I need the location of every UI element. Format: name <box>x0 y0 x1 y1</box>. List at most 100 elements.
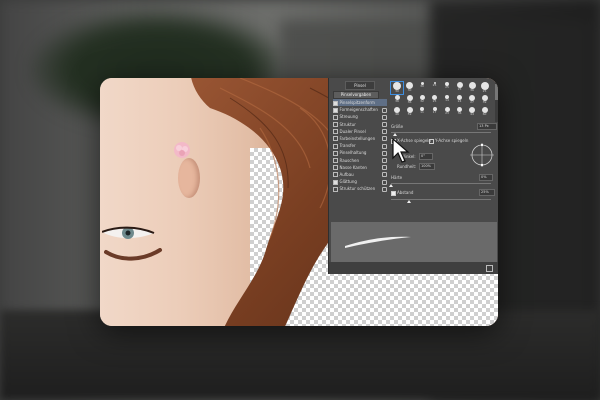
brush-tip[interactable]: 25 <box>454 82 466 94</box>
roundness-label: Rundheit: <box>397 164 417 169</box>
brush-tip[interactable]: 30 <box>404 82 416 94</box>
spacing-slider-thumb[interactable] <box>407 200 411 203</box>
brush-tip[interactable]: 25 <box>429 94 441 107</box>
brush-option-item[interactable]: Struktur <box>333 121 387 128</box>
brush-option-item[interactable]: Struktur schützen <box>333 185 387 192</box>
brush-option-item[interactable]: Nasse Kanten <box>333 164 387 171</box>
brush-tip[interactable]: 60 <box>479 107 491 119</box>
lock-icon[interactable] <box>382 114 387 120</box>
brush-tip[interactable]: 27 <box>466 94 478 107</box>
brush-tip[interactable]: 14 <box>441 94 453 107</box>
brush-tip-size: 25 <box>482 89 487 93</box>
brush-tip[interactable]: 30 <box>390 81 404 95</box>
brush-tip-size: 30 <box>407 88 412 92</box>
brush-tip[interactable]: 25 <box>441 82 453 94</box>
size-field[interactable]: 13 Px <box>477 123 497 130</box>
lock-icon[interactable] <box>382 150 387 156</box>
lock-icon[interactable] <box>382 122 387 128</box>
brush-tip[interactable]: 30 <box>416 82 428 94</box>
size-label: Größe <box>391 124 404 129</box>
brush-tip-size: 25 <box>432 83 437 87</box>
option-checkbox[interactable] <box>333 143 338 149</box>
option-label: Dualer Pinsel <box>339 128 366 134</box>
lock-icon[interactable] <box>382 107 387 113</box>
size-slider-thumb[interactable] <box>393 133 397 136</box>
lock-icon[interactable] <box>382 165 387 171</box>
brush-tip-size: 32 <box>420 98 424 103</box>
option-checkbox[interactable] <box>333 179 338 185</box>
brush-option-item[interactable]: Transfer <box>333 142 387 149</box>
brush-option-item[interactable]: Farbeinstellungen <box>333 135 387 142</box>
brush-tip[interactable]: 46 <box>391 107 403 119</box>
lock-icon[interactable] <box>382 172 387 178</box>
brush-settings-panel: Pinsel Pinselvorgaben Pinselspitzenform F… <box>328 78 498 274</box>
screenshot-card: Pinsel Pinselvorgaben Pinselspitzenform F… <box>100 78 498 326</box>
brush-option-item[interactable]: Glättung <box>333 178 387 185</box>
lock-icon[interactable] <box>382 129 387 135</box>
brush-tip-size: 25 <box>457 87 462 91</box>
option-label: Aufbau <box>339 171 354 177</box>
spacing-option[interactable]: Abstand <box>391 190 413 196</box>
brush-tip[interactable]: 17 <box>429 107 441 119</box>
lock-icon[interactable] <box>382 143 387 149</box>
brush-tip-size: 30 <box>395 89 399 93</box>
option-checkbox[interactable] <box>333 129 338 135</box>
angle-roundness-widget[interactable] <box>469 142 495 168</box>
earring-flower <box>174 142 190 158</box>
lock-icon[interactable] <box>382 158 387 163</box>
new-brush-icon[interactable] <box>486 265 493 272</box>
brush-option-item[interactable]: Aufbau <box>333 171 387 178</box>
spacing-checkbox[interactable] <box>391 190 396 196</box>
option-checkbox[interactable] <box>333 136 338 142</box>
option-checkbox[interactable] <box>333 172 338 178</box>
option-label: Struktur <box>339 121 356 127</box>
option-checkbox[interactable] <box>333 165 338 171</box>
tab-brush[interactable]: Pinsel <box>345 81 375 90</box>
spacing-slider-track[interactable] <box>391 199 491 200</box>
spacing-field[interactable]: 25% <box>479 189 495 196</box>
brush-tip-size: 36 <box>470 88 474 92</box>
option-checkbox[interactable] <box>333 158 338 163</box>
brush-tip[interactable]: 39 <box>479 94 491 107</box>
roundness-field[interactable]: 100% <box>419 163 435 170</box>
brush-option-item[interactable]: Streuung <box>333 113 387 120</box>
flip-y-option[interactable]: Y-Achse spiegeln <box>429 138 468 144</box>
brush-tip[interactable]: 44 <box>466 107 478 119</box>
brush-tip[interactable]: 32 <box>416 94 428 107</box>
option-checkbox[interactable] <box>333 107 338 113</box>
option-checkbox[interactable] <box>333 122 338 128</box>
brush-option-item[interactable]: Rauschen <box>333 157 387 164</box>
option-checkbox[interactable] <box>333 150 338 156</box>
brush-option-item[interactable]: Pinselspitzenform <box>333 99 387 107</box>
brush-tip[interactable]: 36 <box>454 107 466 119</box>
brush-tip[interactable]: 59 <box>404 107 416 119</box>
brush-tip-size: 59 <box>407 112 412 116</box>
option-checkbox[interactable] <box>333 114 338 120</box>
option-checkbox[interactable] <box>333 100 338 106</box>
brush-tip[interactable]: 25 <box>429 82 441 94</box>
flip-y-checkbox[interactable] <box>429 138 434 144</box>
hardness-slider-thumb[interactable] <box>389 184 393 187</box>
hardness-label: Härte <box>391 175 403 180</box>
hardness-slider-track[interactable] <box>391 183 491 184</box>
lock-icon[interactable] <box>382 136 387 142</box>
brush-presets-button[interactable]: Pinselvorgaben <box>333 91 379 99</box>
brush-option-item[interactable]: Dualer Pinsel <box>333 128 387 135</box>
brush-tip[interactable]: 36 <box>466 82 478 94</box>
option-label: Streuung <box>339 114 358 120</box>
brush-tip[interactable]: 11 <box>416 107 428 119</box>
brush-option-item[interactable]: Pinselhaltung <box>333 149 387 156</box>
brush-option-item[interactable]: Formeigenschaften <box>333 106 387 113</box>
brush-tip[interactable]: 24 <box>454 94 466 107</box>
angle-field[interactable]: 0° <box>419 153 433 160</box>
lock-icon[interactable] <box>382 179 387 185</box>
brush-tip[interactable]: 36 <box>391 94 403 107</box>
brush-tip[interactable]: 23 <box>441 107 453 119</box>
brush-grid-scroll-thumb[interactable] <box>495 84 498 100</box>
option-checkbox[interactable] <box>333 186 338 192</box>
lock-icon[interactable] <box>382 186 387 192</box>
brush-tip[interactable]: 36 <box>404 94 416 107</box>
hardness-field[interactable]: 0% <box>479 174 493 181</box>
size-slider-track[interactable] <box>391 132 491 133</box>
brush-tip[interactable]: 25 <box>479 82 491 94</box>
